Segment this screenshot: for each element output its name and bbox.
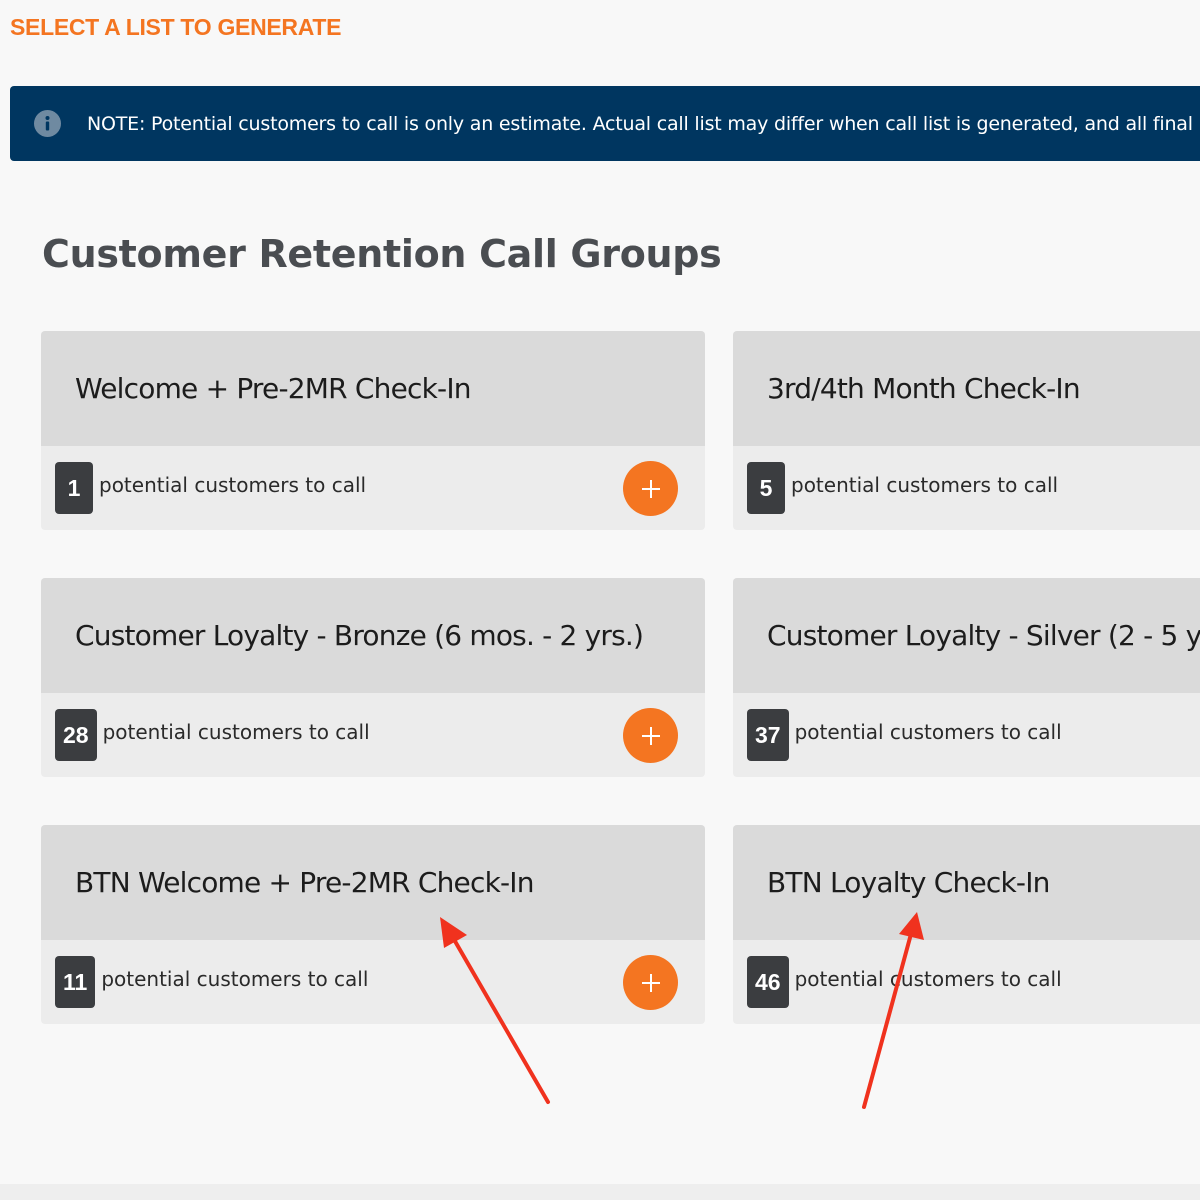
page-header: SELECT A LIST TO GENERATE [10, 14, 342, 40]
note-banner: NOTE: Potential customers to call is onl… [10, 86, 1200, 161]
count-label: potential customers to call [791, 473, 1059, 497]
count-badge: 11 [55, 956, 96, 1008]
card-body: 5 potential customers to call [733, 446, 1200, 530]
call-group-card: Customer Loyalty - Bronze (6 mos. - 2 yr… [41, 578, 705, 777]
card-title: BTN Welcome + Pre-2MR Check-In [75, 866, 534, 899]
plus-icon [641, 479, 660, 498]
add-list-button[interactable] [623, 708, 678, 763]
card-header: BTN Welcome + Pre-2MR Check-In [41, 825, 705, 940]
call-group-card: BTN Loyalty Check-In 46 potential custom… [733, 825, 1200, 1024]
card-body: 1 potential customers to call [41, 446, 705, 530]
card-title: 3rd/4th Month Check-In [767, 372, 1081, 405]
call-group-card: Welcome + Pre-2MR Check-In 1 potential c… [41, 331, 705, 530]
count-badge: 46 [747, 956, 789, 1008]
card-title: Customer Loyalty - Silver (2 - 5 yrs.) [767, 619, 1200, 652]
add-list-button[interactable] [623, 461, 678, 516]
count-label: potential customers to call [99, 473, 367, 497]
card-body: 46 potential customers to call [733, 940, 1200, 1024]
count-label: potential customers to call [101, 967, 369, 991]
count-badge: 1 [55, 462, 93, 514]
section-title: Customer Retention Call Groups [42, 232, 722, 276]
card-title: BTN Loyalty Check-In [767, 866, 1050, 899]
call-group-card: BTN Welcome + Pre-2MR Check-In 11 potent… [41, 825, 705, 1024]
plus-icon [641, 726, 660, 745]
page-footer-strip [0, 1184, 1200, 1200]
info-icon [34, 110, 61, 137]
call-group-card: Customer Loyalty - Silver (2 - 5 yrs.) 3… [733, 578, 1200, 777]
card-header: 3rd/4th Month Check-In [733, 331, 1200, 446]
count-badge: 37 [747, 709, 789, 761]
count-badge: 28 [55, 709, 97, 761]
call-group-card: 3rd/4th Month Check-In 5 potential custo… [733, 331, 1200, 530]
count-label: potential customers to call [794, 720, 1062, 744]
note-text: NOTE: Potential customers to call is onl… [87, 112, 1200, 135]
card-title: Customer Loyalty - Bronze (6 mos. - 2 yr… [75, 619, 644, 652]
count-badge: 5 [747, 462, 785, 514]
card-header: BTN Loyalty Check-In [733, 825, 1200, 940]
card-header: Welcome + Pre-2MR Check-In [41, 331, 705, 446]
card-body: 11 potential customers to call [41, 940, 705, 1024]
card-header: Customer Loyalty - Silver (2 - 5 yrs.) [733, 578, 1200, 693]
count-label: potential customers to call [794, 967, 1062, 991]
card-title: Welcome + Pre-2MR Check-In [75, 372, 472, 405]
card-body: 37 potential customers to call [733, 693, 1200, 777]
add-list-button[interactable] [623, 955, 678, 1010]
card-body: 28 potential customers to call [41, 693, 705, 777]
plus-icon [641, 973, 660, 992]
count-label: potential customers to call [102, 720, 370, 744]
card-header: Customer Loyalty - Bronze (6 mos. - 2 yr… [41, 578, 705, 693]
